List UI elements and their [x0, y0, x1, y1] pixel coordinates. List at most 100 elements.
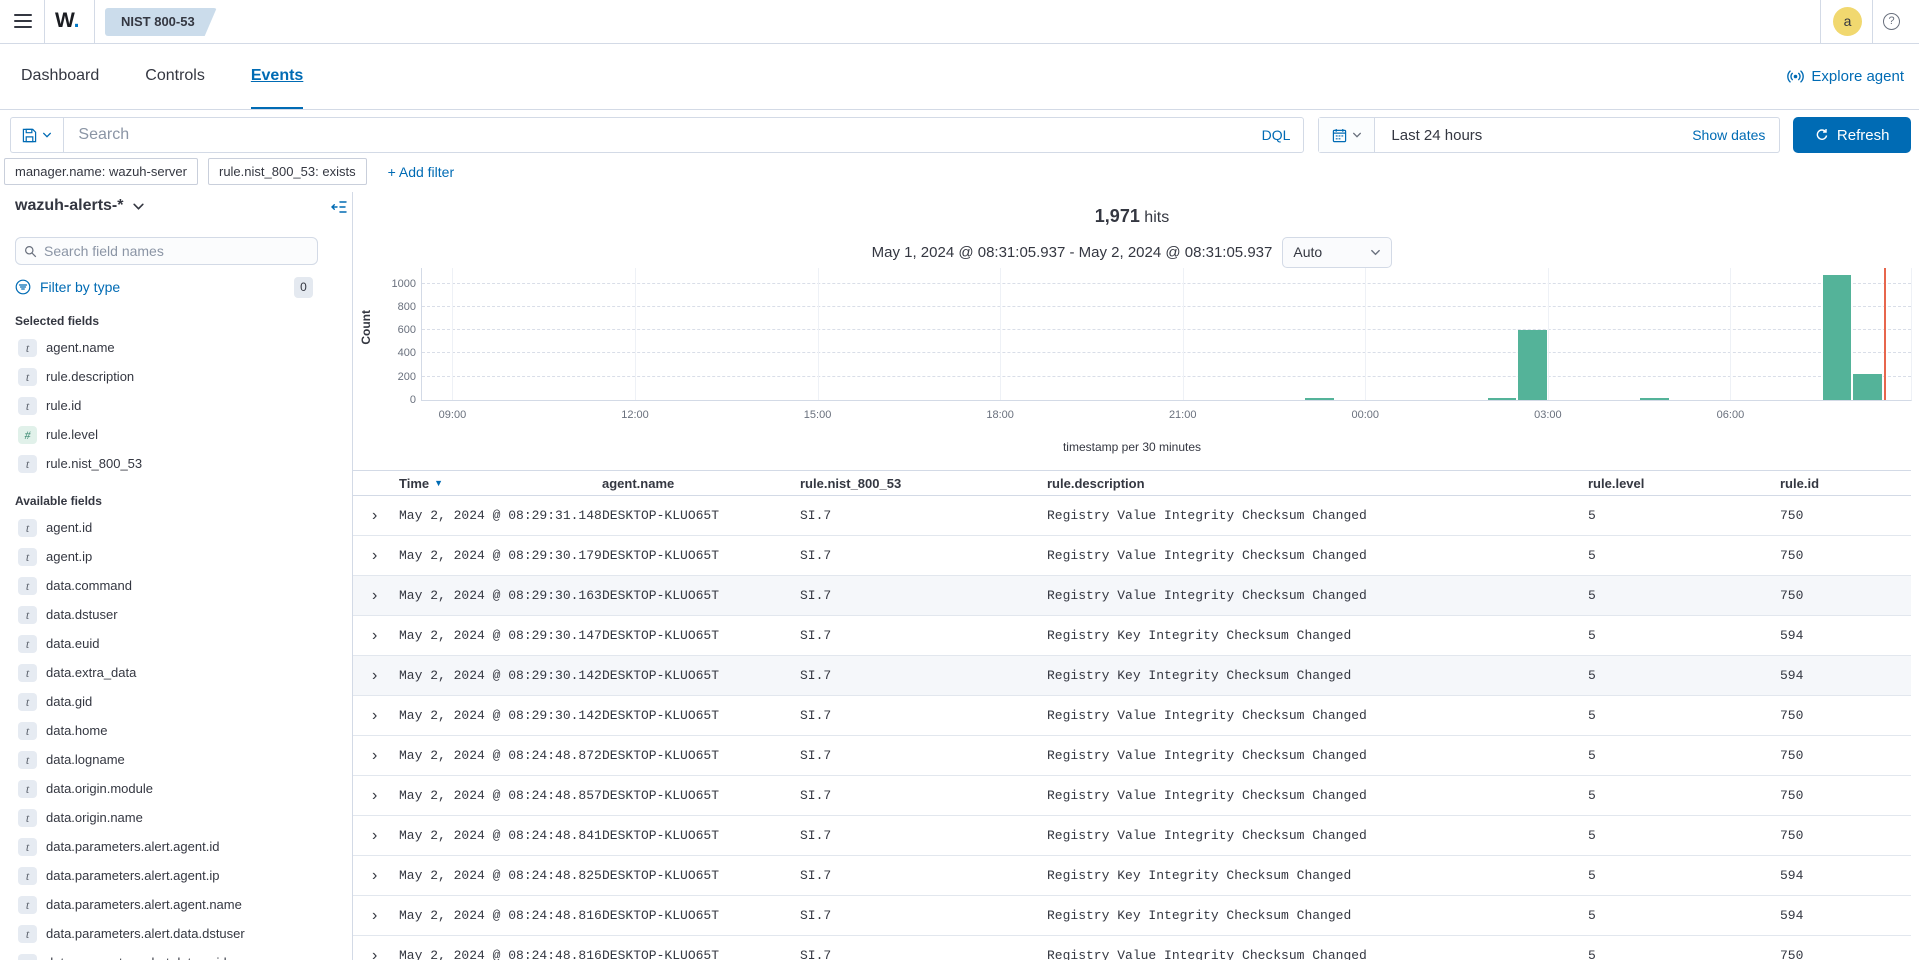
table-row[interactable]: May 2, 2024 @ 08:29:30.142 DESKTOP-KLUO6… [353, 696, 1911, 736]
table-row[interactable]: May 2, 2024 @ 08:24:48.816 DESKTOP-KLUO6… [353, 936, 1911, 960]
expand-row-icon[interactable] [367, 907, 399, 925]
column-header-nist[interactable]: rule.nist_800_53 [800, 476, 1047, 491]
histogram-bar[interactable] [1518, 330, 1547, 400]
expand-row-icon[interactable] [367, 547, 399, 565]
histogram-bar[interactable] [1822, 274, 1852, 400]
cell-rule-id[interactable]: 594 [1780, 628, 1911, 643]
filter-pill[interactable]: manager.name: wazuh-server [4, 158, 198, 185]
dql-language-button[interactable]: DQL [1249, 127, 1304, 143]
cell-rule-id[interactable]: 750 [1780, 948, 1911, 960]
cell-rule-id[interactable]: 594 [1780, 908, 1911, 923]
histogram-bar[interactable] [1853, 374, 1882, 400]
table-row[interactable]: May 2, 2024 @ 08:24:48.841 DESKTOP-KLUO6… [353, 816, 1911, 856]
field-item[interactable]: t data.origin.name [15, 803, 325, 832]
tab[interactable]: Dashboard [21, 44, 99, 109]
sort-desc-icon[interactable]: ▼ [434, 478, 443, 488]
table-row[interactable]: May 2, 2024 @ 08:24:48.816 DESKTOP-KLUO6… [353, 896, 1911, 936]
expand-row-icon[interactable] [367, 827, 399, 845]
field-item[interactable]: t data.parameters.alert.data.euid [15, 948, 325, 960]
cell-agent-name[interactable]: DESKTOP-KLUO65T [602, 748, 800, 763]
tab[interactable]: Controls [145, 44, 205, 109]
table-row[interactable]: May 2, 2024 @ 08:24:48.825 DESKTOP-KLUO6… [353, 856, 1911, 896]
column-header-level[interactable]: rule.level [1588, 476, 1780, 491]
collapse-sidebar-icon[interactable] [331, 200, 347, 214]
field-item[interactable]: t agent.id [15, 513, 325, 542]
index-pattern-selector[interactable]: wazuh-alerts-* [15, 197, 123, 215]
cell-rule-id[interactable]: 750 [1780, 828, 1911, 843]
cell-agent-name[interactable]: DESKTOP-KLUO65T [602, 868, 800, 883]
cell-agent-name[interactable]: DESKTOP-KLUO65T [602, 508, 800, 523]
field-item[interactable]: t agent.name [15, 333, 325, 362]
field-item[interactable]: t data.gid [15, 687, 325, 716]
column-header-time[interactable]: Time ▼ [399, 476, 602, 491]
field-item[interactable]: t data.logname [15, 745, 325, 774]
field-item[interactable]: t data.parameters.alert.agent.name [15, 890, 325, 919]
cell-rule-id[interactable]: 594 [1780, 668, 1911, 683]
wazuh-logo[interactable]: W. [55, 9, 80, 33]
cell-agent-name[interactable]: DESKTOP-KLUO65T [602, 628, 800, 643]
column-header-rule-id[interactable]: rule.id [1780, 476, 1911, 491]
table-row[interactable]: May 2, 2024 @ 08:24:48.857 DESKTOP-KLUO6… [353, 776, 1911, 816]
calendar-menu-button[interactable] [1319, 118, 1376, 152]
saved-query-menu-button[interactable] [10, 117, 64, 153]
expand-row-icon[interactable] [367, 747, 399, 765]
cell-agent-name[interactable]: DESKTOP-KLUO65T [602, 828, 800, 843]
field-item[interactable]: t data.command [15, 571, 325, 600]
cell-rule-id[interactable]: 750 [1780, 548, 1911, 563]
table-row[interactable]: May 2, 2024 @ 08:29:30.147 DESKTOP-KLUO6… [353, 616, 1911, 656]
filter-by-type-button[interactable]: Filter by type [40, 279, 120, 295]
cell-rule-id[interactable]: 750 [1780, 788, 1911, 803]
expand-row-icon[interactable] [367, 667, 399, 685]
tab[interactable]: Events [250, 44, 304, 109]
field-item[interactable]: t data.parameters.alert.agent.ip [15, 861, 325, 890]
expand-row-icon[interactable] [367, 867, 399, 885]
field-item[interactable]: t rule.nist_800_53 [15, 449, 325, 478]
cell-rule-id[interactable]: 750 [1780, 708, 1911, 723]
cell-agent-name[interactable]: DESKTOP-KLUO65T [602, 668, 800, 683]
cell-rule-id[interactable]: 750 [1780, 588, 1911, 603]
avatar[interactable]: a [1833, 7, 1862, 36]
histogram-bar[interactable] [1640, 397, 1669, 400]
expand-row-icon[interactable] [367, 707, 399, 725]
explore-agent-button[interactable]: Explore agent [1787, 44, 1904, 109]
table-row[interactable]: May 2, 2024 @ 08:24:48.872 DESKTOP-KLUO6… [353, 736, 1911, 776]
expand-row-icon[interactable] [367, 507, 399, 525]
table-row[interactable]: May 2, 2024 @ 08:29:30.142 DESKTOP-KLUO6… [353, 656, 1911, 696]
cell-agent-name[interactable]: DESKTOP-KLUO65T [602, 788, 800, 803]
field-item[interactable]: # rule.level [15, 420, 325, 449]
chevron-down-icon[interactable] [132, 200, 145, 213]
help-icon[interactable]: ? [1883, 13, 1900, 30]
cell-rule-id[interactable]: 750 [1780, 508, 1911, 523]
expand-row-icon[interactable] [367, 627, 399, 645]
column-header-agent-name[interactable]: agent.name [602, 476, 800, 491]
field-item[interactable]: t data.parameters.alert.agent.id [15, 832, 325, 861]
expand-row-icon[interactable] [367, 787, 399, 805]
cell-agent-name[interactable]: DESKTOP-KLUO65T [602, 548, 800, 563]
show-dates-button[interactable]: Show dates [1692, 127, 1779, 143]
breadcrumb[interactable]: NIST 800-53 [105, 8, 217, 36]
cell-agent-name[interactable]: DESKTOP-KLUO65T [602, 708, 800, 723]
column-header-description[interactable]: rule.description [1047, 476, 1588, 491]
histogram-bar[interactable] [1488, 397, 1517, 400]
add-filter-button[interactable]: + Add filter [388, 164, 455, 180]
field-item[interactable]: t data.extra_data [15, 658, 325, 687]
field-item[interactable]: t data.dstuser [15, 600, 325, 629]
field-item[interactable]: t rule.description [15, 362, 325, 391]
time-range-value[interactable]: Last 24 hours [1375, 127, 1692, 144]
expand-row-icon[interactable] [367, 587, 399, 605]
table-row[interactable]: May 2, 2024 @ 08:29:30.163 DESKTOP-KLUO6… [353, 576, 1911, 616]
menu-icon[interactable] [14, 13, 32, 29]
filter-pill[interactable]: rule.nist_800_53: exists [207, 158, 367, 185]
cell-rule-id[interactable]: 750 [1780, 748, 1911, 763]
field-item[interactable]: t rule.id [15, 391, 325, 420]
refresh-button[interactable]: Refresh [1793, 117, 1911, 153]
cell-agent-name[interactable]: DESKTOP-KLUO65T [602, 588, 800, 603]
cell-agent-name[interactable]: DESKTOP-KLUO65T [602, 908, 800, 923]
field-search-input[interactable] [44, 243, 309, 259]
field-item[interactable]: t data.euid [15, 629, 325, 658]
field-item[interactable]: t data.parameters.alert.data.dstuser [15, 919, 325, 948]
field-item[interactable]: t data.home [15, 716, 325, 745]
table-row[interactable]: May 2, 2024 @ 08:29:30.179 DESKTOP-KLUO6… [353, 536, 1911, 576]
cell-rule-id[interactable]: 594 [1780, 868, 1911, 883]
field-item[interactable]: t data.origin.module [15, 774, 325, 803]
